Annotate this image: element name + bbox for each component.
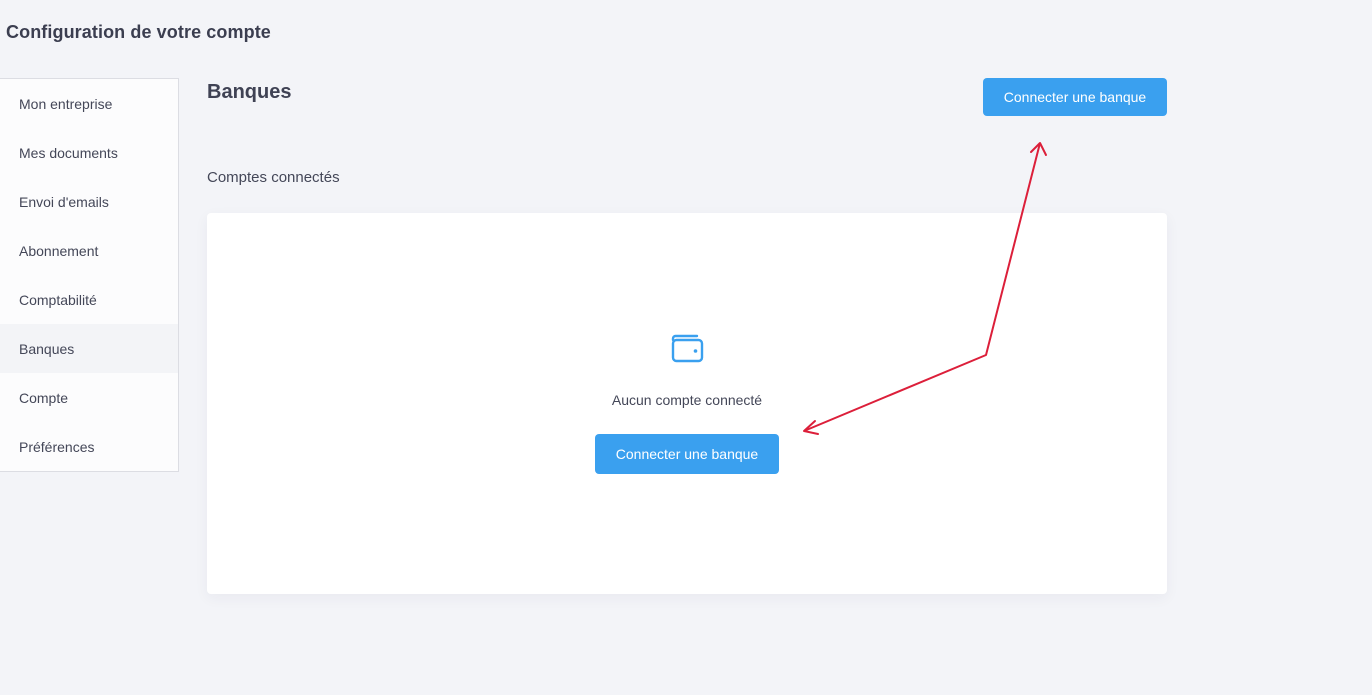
- sidebar-item-abonnement[interactable]: Abonnement: [0, 226, 178, 275]
- sidebar-item-comptabilite[interactable]: Comptabilité: [0, 275, 178, 324]
- page-title: Configuration de votre compte: [6, 22, 271, 42]
- settings-sidebar: Mon entreprise Mes documents Envoi d'ema…: [0, 78, 179, 472]
- sidebar-item-banques[interactable]: Banques: [0, 324, 178, 373]
- sidebar-item-label: Envoi d'emails: [19, 193, 109, 210]
- sidebar-item-label: Banques: [19, 340, 75, 357]
- empty-state-message: Aucun compte connecté: [611, 392, 763, 408]
- sidebar-item-mes-documents[interactable]: Mes documents: [0, 128, 178, 177]
- connect-bank-button[interactable]: Connecter une banque: [983, 78, 1167, 116]
- section-title: Banques: [207, 81, 292, 103]
- sidebar-item-label: Mon entreprise: [19, 95, 113, 112]
- sidebar-item-label: Compte: [19, 389, 69, 406]
- connected-accounts-heading: Comptes connectés: [207, 169, 340, 186]
- sidebar-item-compte[interactable]: Compte: [0, 373, 178, 422]
- settings-page: Configuration de votre compte Mon entrep…: [0, 0, 1372, 695]
- connected-accounts-card: Aucun compte connecté Connecter une banq…: [207, 213, 1167, 594]
- connect-bank-button-empty-state[interactable]: Connecter une banque: [595, 434, 779, 474]
- sidebar-item-mon-entreprise[interactable]: Mon entreprise: [0, 79, 178, 128]
- sidebar-item-label: Mes documents: [19, 144, 118, 161]
- sidebar-item-preferences[interactable]: Préférences: [0, 422, 178, 471]
- sidebar-item-label: Comptabilité: [19, 291, 97, 308]
- sidebar-item-label: Abonnement: [19, 242, 99, 259]
- sidebar-item-envoi-emails[interactable]: Envoi d'emails: [0, 177, 178, 226]
- sidebar-item-label: Préférences: [19, 438, 95, 455]
- wallet-icon: [670, 334, 704, 364]
